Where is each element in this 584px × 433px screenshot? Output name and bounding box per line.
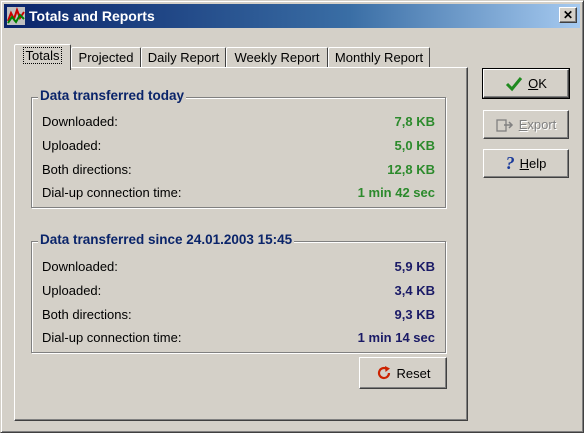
help-button[interactable]: ? Help — [483, 149, 569, 178]
since-group-title: Data transferred since 24.01.2003 15:45 — [38, 232, 295, 247]
since-row-uploaded: Uploaded: 3,4 KB — [42, 283, 435, 301]
reset-button[interactable]: Reset — [359, 357, 447, 389]
tab-totals-label: Totals — [22, 47, 63, 64]
app-traffic-icon — [7, 7, 25, 25]
today-row-downloaded: Downloaded: 7,8 KB — [42, 114, 435, 132]
row-value: 5,0 KB — [394, 138, 435, 153]
tab-weekly-report[interactable]: Weekly Report — [226, 47, 328, 68]
export-button[interactable]: Export — [483, 110, 569, 139]
close-button[interactable]: ✕ — [559, 7, 577, 23]
totals-and-reports-dialog: Totals and Reports ✕ Totals Projected Da… — [0, 0, 584, 433]
row-label: Downloaded: — [42, 259, 118, 274]
tab-projected-label: Projected — [78, 50, 134, 65]
row-value: 5,9 KB — [394, 259, 435, 274]
today-row-both-directions: Both directions: 12,8 KB — [42, 162, 435, 180]
row-label: Downloaded: — [42, 114, 118, 129]
totals-panel: Data transferred today Downloaded: 7,8 K… — [14, 67, 468, 421]
row-label: Both directions: — [42, 307, 132, 322]
tab-daily-report-label: Daily Report — [147, 50, 220, 65]
since-row-dialup-time: Dial-up connection time: 1 min 14 sec — [42, 330, 435, 348]
since-row-both-directions: Both directions: 9,3 KB — [42, 307, 435, 325]
row-value: 9,3 KB — [394, 307, 435, 322]
reset-icon — [377, 366, 390, 380]
row-value: 7,8 KB — [394, 114, 435, 129]
row-value: 12,8 KB — [387, 162, 435, 177]
tab-projected[interactable]: Projected — [71, 47, 141, 68]
today-group: Data transferred today Downloaded: 7,8 K… — [31, 88, 446, 208]
reset-label: Reset — [396, 365, 431, 381]
row-label: Dial-up connection time: — [42, 330, 182, 345]
row-label: Uploaded: — [42, 283, 102, 298]
row-value: 1 min 14 sec — [357, 330, 435, 345]
row-label: Both directions: — [42, 162, 132, 177]
export-icon — [496, 118, 513, 132]
today-row-uploaded: Uploaded: 5,0 KB — [42, 138, 435, 156]
since-group: Data transferred since 24.01.2003 15:45 … — [31, 232, 446, 353]
ok-label: OK — [528, 76, 547, 91]
title-bar[interactable]: Totals and Reports ✕ — [4, 4, 580, 28]
since-row-downloaded: Downloaded: 5,9 KB — [42, 259, 435, 277]
row-label: Dial-up connection time: — [42, 185, 182, 200]
help-label: Help — [519, 156, 547, 171]
checkmark-icon — [506, 76, 523, 91]
today-row-dialup-time: Dial-up connection time: 1 min 42 sec — [42, 185, 435, 203]
tab-weekly-report-label: Weekly Report — [234, 50, 320, 65]
today-group-title: Data transferred today — [38, 88, 187, 103]
ok-button[interactable]: OK — [482, 68, 570, 99]
tab-daily-report[interactable]: Daily Report — [141, 47, 226, 68]
tab-monthly-report[interactable]: Monthly Report — [328, 47, 430, 68]
tab-monthly-report-label: Monthly Report — [334, 50, 424, 65]
window-title: Totals and Reports — [29, 8, 155, 24]
row-value: 1 min 42 sec — [357, 185, 435, 200]
row-label: Uploaded: — [42, 138, 102, 153]
export-label: Export — [518, 117, 557, 132]
tab-totals[interactable]: Totals — [14, 44, 71, 70]
close-icon: ✕ — [562, 8, 574, 22]
help-icon: ? — [505, 153, 515, 173]
row-value: 3,4 KB — [394, 283, 435, 298]
